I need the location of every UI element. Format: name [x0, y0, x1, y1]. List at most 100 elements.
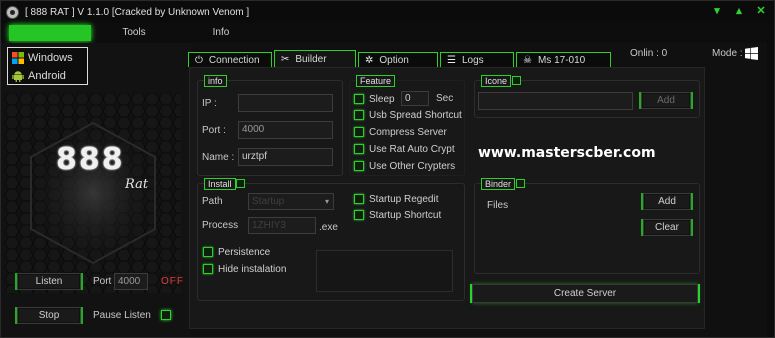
icone-path-input[interactable] — [478, 92, 633, 110]
left-panel: Windows Android 888 Rat Listen Port 4000… — [1, 43, 191, 337]
title-bar: [ 888 RAT ] V 1.1.0 [Cracked by Unknown … — [1, 1, 774, 23]
listen-port-label: Port — [93, 276, 112, 287]
startup-regedit-label: Startup Regedit — [369, 193, 439, 205]
process-input[interactable]: 1ZHIY3 — [248, 217, 316, 234]
online-count: Onlin : 0 — [630, 48, 668, 59]
port-label: Port : — [202, 125, 226, 136]
logo-number: 888 — [56, 142, 125, 177]
startup-regedit-checkbox[interactable] — [354, 194, 364, 204]
os-selector: Windows Android — [7, 47, 88, 85]
feature-group: Feature Sleep 0 Sec Usb Spread Shortcut … — [349, 75, 465, 176]
create-server-button[interactable]: Create Server — [472, 284, 698, 303]
window-controls: ▾ ▴ ✕ — [710, 4, 768, 18]
tab-logs[interactable]: ☰ Logs — [440, 52, 514, 67]
ip-input[interactable] — [238, 94, 333, 112]
tab-connection[interactable]: ⏻ Connection — [188, 52, 272, 67]
server-status: OFF — [161, 276, 184, 287]
minimize-icon[interactable]: ▾ — [710, 4, 724, 18]
other-crypters-checkbox[interactable] — [354, 161, 364, 171]
install-preview-box — [316, 250, 453, 292]
persistence-checkbox[interactable] — [203, 247, 213, 257]
windows-mode-icon[interactable] — [745, 47, 758, 60]
auto-crypt-label: Use Rat Auto Crypt — [369, 143, 455, 155]
other-crypters-option[interactable]: Use Other Crypters — [354, 159, 455, 173]
tab-label-connection: Connection — [208, 54, 260, 66]
pause-listen-label: Pause Listen — [93, 310, 151, 321]
os-label-android: Android — [28, 70, 66, 82]
logo-word: Rat — [125, 177, 149, 192]
gear-icon: ✲ — [365, 54, 374, 66]
icone-enable-checkbox[interactable] — [512, 76, 521, 85]
binder-clear-button[interactable]: Clear — [643, 219, 691, 236]
auto-crypt-option[interactable]: Use Rat Auto Crypt — [354, 142, 455, 156]
path-label: Path — [202, 196, 223, 207]
persistence-label: Persistence — [218, 246, 271, 258]
listen-button[interactable]: Listen — [17, 273, 81, 290]
sleep-option[interactable]: Sleep — [354, 92, 395, 106]
persistence-option[interactable]: Persistence — [203, 245, 270, 259]
android-icon — [12, 71, 24, 82]
log-icon: ☰ — [447, 54, 456, 66]
startup-shortcut-checkbox[interactable] — [354, 210, 364, 220]
skull-icon: ☠ — [523, 54, 532, 66]
menu-item-info[interactable]: Info — [191, 25, 251, 41]
pause-listen-checkbox[interactable] — [161, 310, 171, 320]
hide-install-option[interactable]: Hide instalation — [203, 262, 286, 276]
compress-server-option[interactable]: Compress Server — [354, 125, 447, 139]
startup-shortcut-option[interactable]: Startup Shortcut — [354, 208, 441, 222]
os-item-windows[interactable]: Windows — [12, 50, 87, 66]
binder-enable-checkbox[interactable] — [516, 179, 525, 188]
icone-group-title: Icone — [481, 75, 512, 87]
process-label: Process — [202, 220, 239, 231]
binder-add-button[interactable]: Add — [643, 193, 691, 210]
menu-item-tools[interactable]: Tools — [99, 25, 169, 41]
startup-shortcut-label: Startup Shortcut — [369, 209, 442, 221]
stop-button[interactable]: Stop — [17, 307, 81, 324]
usb-spread-option[interactable]: Usb Spread Shortcut — [354, 108, 462, 122]
icone-add-button[interactable]: Add — [641, 92, 691, 109]
name-input[interactable]: urztpf — [238, 148, 333, 166]
tab-label-builder: Builder — [295, 54, 327, 65]
app-icon — [6, 5, 19, 19]
startup-regedit-option[interactable]: Startup Regedit — [354, 192, 439, 206]
auto-crypt-checkbox[interactable] — [354, 144, 364, 154]
mode-label: Mode : — [712, 48, 743, 59]
menu-bar: Tools Info — [1, 23, 774, 43]
install-enable-checkbox[interactable] — [236, 179, 245, 188]
close-icon[interactable]: ✕ — [754, 4, 768, 18]
path-select[interactable]: Startup ▾ — [248, 193, 334, 210]
ip-label: IP : — [202, 98, 217, 109]
path-select-value: Startup — [252, 196, 285, 207]
binder-files-header: Files — [487, 200, 509, 211]
listen-port-input[interactable]: 4000 — [114, 273, 148, 290]
tab-ms17-010[interactable]: ☠ Ms 17-010 — [516, 52, 611, 67]
tab-builder[interactable]: ✂ Builder — [274, 50, 356, 68]
window-title: [ 888 RAT ] V 1.1.0 [Cracked by Unknown … — [25, 6, 250, 18]
window-edge — [767, 23, 774, 337]
tab-label-ms17-010: Ms 17-010 — [537, 54, 586, 66]
sleep-checkbox[interactable] — [354, 94, 364, 104]
maximize-icon[interactable]: ▴ — [732, 4, 746, 18]
hide-install-checkbox[interactable] — [203, 264, 213, 274]
usb-spread-label: Usb Spread Shortcut — [369, 109, 462, 121]
sleep-label: Sleep — [369, 93, 395, 105]
usb-spread-checkbox[interactable] — [354, 110, 364, 120]
windows-icon — [12, 52, 24, 64]
tab-option[interactable]: ✲ Option — [358, 52, 438, 67]
install-group-title: Install — [204, 178, 236, 190]
plug-icon: ⏻ — [195, 54, 203, 66]
binder-group-title: Binder — [481, 178, 516, 190]
sleep-input[interactable]: 0 — [401, 91, 429, 106]
os-item-android[interactable]: Android — [12, 68, 87, 84]
name-label: Name : — [202, 152, 235, 163]
compress-server-label: Compress Server — [369, 126, 447, 138]
app-window: [ 888 RAT ] V 1.1.0 [Cracked by Unknown … — [0, 0, 775, 338]
feature-group-title: Feature — [356, 75, 396, 87]
hexagon-background — [5, 93, 181, 293]
chevron-down-icon: ▾ — [324, 197, 329, 206]
compress-server-checkbox[interactable] — [354, 127, 364, 137]
watermark-text: www.masterscber.com — [478, 145, 656, 161]
info-group-title: info — [204, 75, 227, 87]
port-input[interactable]: 4000 — [238, 121, 333, 139]
menu-item-home[interactable] — [9, 25, 91, 41]
